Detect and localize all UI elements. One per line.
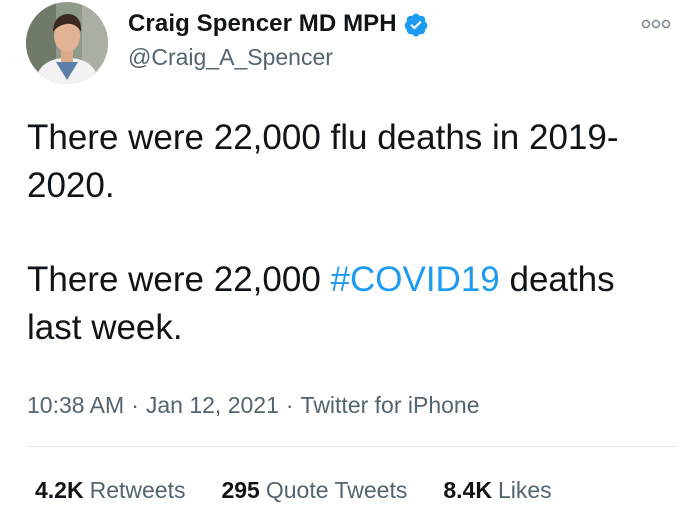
hashtag-link[interactable]: #COVID19 bbox=[331, 260, 500, 299]
retweets-stat[interactable]: 4.2K Retweets bbox=[35, 477, 185, 504]
more-options-icon[interactable] bbox=[641, 17, 671, 31]
retweets-count: 4.2K bbox=[35, 477, 84, 503]
tweet-time[interactable]: 10:38 AM bbox=[27, 392, 124, 418]
tweet-paragraph-1: There were 22,000 flu deaths in 2019-202… bbox=[27, 118, 619, 205]
tweet-text-prefix: There were 22,000 bbox=[27, 260, 331, 299]
tweet-source[interactable]: Twitter for iPhone bbox=[301, 392, 480, 418]
quote-tweets-label: Quote Tweets bbox=[265, 477, 408, 503]
retweets-label: Retweets bbox=[89, 477, 186, 503]
verified-badge-icon bbox=[403, 12, 429, 38]
tweet-card: Craig Spencer MD MPH @Craig_A_Spencer Th… bbox=[0, 0, 700, 517]
tweet-paragraph-2: There were 22,000 #COVID19 deaths last w… bbox=[27, 256, 677, 352]
tweet-metadata: 10:38 AM · Jan 12, 2021 · Twitter for iPhone bbox=[27, 392, 480, 419]
likes-label: Likes bbox=[497, 477, 552, 503]
quote-tweets-count: 295 bbox=[221, 477, 260, 503]
likes-stat[interactable]: 8.4K Likes bbox=[443, 477, 551, 504]
tweet-body: There were 22,000 flu deaths in 2019-202… bbox=[27, 114, 677, 352]
tweet-date[interactable]: Jan 12, 2021 bbox=[146, 392, 279, 418]
divider bbox=[27, 446, 677, 447]
author-handle[interactable]: @Craig_A_Spencer bbox=[128, 44, 333, 71]
meta-separator: · bbox=[131, 392, 139, 418]
avatar[interactable] bbox=[26, 2, 108, 84]
author-display-name[interactable]: Craig Spencer MD MPH bbox=[128, 10, 397, 38]
likes-count: 8.4K bbox=[443, 477, 492, 503]
avatar-photo bbox=[26, 2, 108, 84]
quote-tweets-stat[interactable]: 295 Quote Tweets bbox=[221, 477, 407, 504]
engagement-stats: 4.2K Retweets 295 Quote Tweets 8.4K Likes bbox=[35, 477, 552, 504]
author-name-row: Craig Spencer MD MPH bbox=[128, 10, 429, 38]
meta-separator: · bbox=[285, 392, 294, 418]
